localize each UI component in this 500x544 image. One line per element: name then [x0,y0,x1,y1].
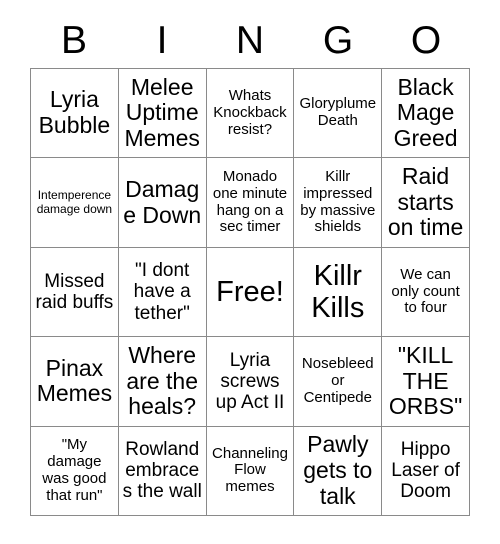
bingo-cell-g2[interactable]: Killr impressed by massive shields [293,158,382,247]
bingo-cell-g4[interactable]: Nosebleed or Centipede [293,337,382,426]
bingo-cell-label: Missed raid buffs [35,270,114,314]
bingo-cell-label: "My damage was good that run" [42,436,107,504]
bingo-cell-label: Hippo Laser of Doom [391,438,460,503]
bingo-cell-b2[interactable]: Intemperence damage down [31,158,118,247]
header-letter-n: N [235,18,265,62]
bingo-header-row: B I N G O [30,12,470,68]
bingo-cell-label: Free! [216,275,284,308]
header-letter-o: O [410,18,442,62]
bingo-row: "My damage was good that run" Rowland em… [31,425,469,516]
bingo-row: Missed raid buffs "I dont have a tether"… [31,246,469,337]
bingo-card: B I N G O Lyria Bubble Melee Uptime Meme… [0,0,500,544]
bingo-cell-b4[interactable]: Pinax Memes [31,337,118,426]
header-letter-i: I [156,18,168,62]
bingo-cell-label: Killr Kills [311,259,365,325]
bingo-cell-label: Killr impressed by massive shields [300,168,376,236]
bingo-cell-label: Where are the heals? [126,341,198,420]
bingo-cell-label: Monado one minute hang on a sec timer [212,168,288,236]
header-letter-g: G [322,18,354,62]
header-letter-b: B [60,18,87,62]
bingo-cell-o4[interactable]: "KILL THE ORBS" [381,337,469,426]
bingo-cell-label: Rowland embraces the wall [122,438,202,503]
bingo-row: Pinax Memes Where are the heals? Lyria s… [31,336,469,426]
bingo-cell-label: Damage Down [123,175,202,228]
bingo-grid: Lyria Bubble Melee Uptime Memes Whats Kn… [30,68,470,516]
bingo-cell-o3[interactable]: We can only count to four [381,247,469,337]
bingo-cell-label: Lyria screws up Act II [215,349,285,414]
bingo-cell-label: Raid starts on time [387,162,464,241]
bingo-cell-label: Whats Knockback resist? [213,87,287,138]
bingo-cell-i2[interactable]: Damage Down [117,158,206,247]
bingo-row: Lyria Bubble Melee Uptime Memes Whats Kn… [31,69,469,158]
bingo-cell-i3[interactable]: "I dont have a tether" [117,247,206,337]
bingo-cell-g3[interactable]: Killr Kills [293,247,382,337]
bingo-cell-i5[interactable]: Rowland embraces the wall [117,426,206,516]
bingo-cell-label: Melee Uptime Memes [124,73,200,152]
bingo-cell-g5[interactable]: Pawly gets to talk [293,426,382,516]
bingo-cell-label: Lyria Bubble [38,86,111,139]
bingo-cell-n1[interactable]: Whats Knockback resist? [205,69,294,158]
bingo-row: Intemperence damage down Damage Down Mon… [31,157,469,247]
bingo-cell-label: Black Mage Greed [393,73,458,152]
bingo-cell-n2[interactable]: Monado one minute hang on a sec timer [205,158,294,247]
bingo-cell-b5[interactable]: "My damage was good that run" [31,426,118,516]
bingo-cell-label: "I dont have a tether" [133,260,191,324]
bingo-cell-free[interactable]: Free! [205,247,294,337]
bingo-cell-label: Pawly gets to talk [303,431,373,509]
bingo-cell-n5[interactable]: Channeling Flow memes [205,426,294,516]
bingo-cell-label: Intemperence damage down [36,188,113,216]
bingo-cell-label: Pinax Memes [36,354,113,407]
bingo-cell-n4[interactable]: Lyria screws up Act II [205,337,294,426]
bingo-cell-label: "KILL THE ORBS" [388,341,463,420]
bingo-cell-i4[interactable]: Where are the heals? [117,337,206,426]
bingo-cell-b1[interactable]: Lyria Bubble [31,69,118,158]
bingo-cell-i1[interactable]: Melee Uptime Memes [117,69,206,158]
bingo-cell-o1[interactable]: Black Mage Greed [381,69,469,158]
bingo-cell-g1[interactable]: Gloryplume Death [293,69,382,158]
bingo-cell-label: We can only count to four [391,265,460,317]
bingo-cell-o2[interactable]: Raid starts on time [381,158,469,247]
bingo-cell-label: Nosebleed or Centipede [301,355,374,406]
bingo-cell-b3[interactable]: Missed raid buffs [31,247,118,337]
bingo-cell-label: Gloryplume Death [299,95,377,130]
bingo-cell-o5[interactable]: Hippo Laser of Doom [381,426,469,516]
bingo-cell-label: Channeling Flow memes [212,444,288,496]
